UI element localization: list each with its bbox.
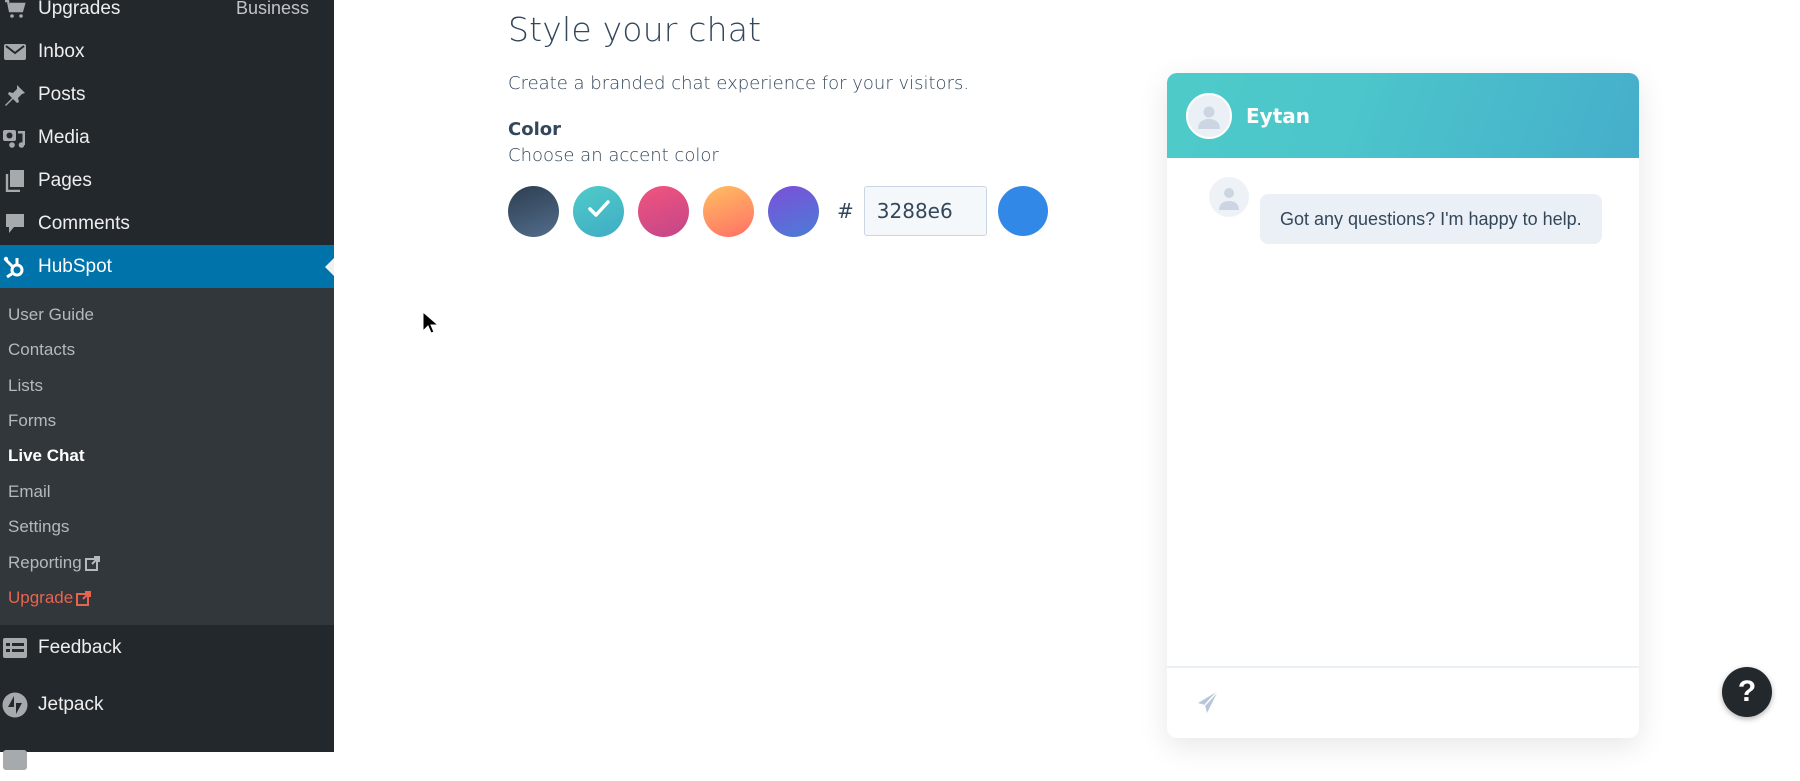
pages-icon bbox=[1, 169, 29, 193]
submenu-label: Settings bbox=[8, 517, 70, 536]
swatch-teal[interactable] bbox=[573, 185, 624, 237]
swatch-dark-slate[interactable] bbox=[508, 185, 559, 237]
sidebar-item-label: Posts bbox=[38, 83, 86, 105]
media-icon bbox=[1, 126, 29, 150]
help-button[interactable]: ? bbox=[1722, 667, 1772, 717]
submenu-forms[interactable]: Forms bbox=[8, 411, 56, 431]
submenu-label: Upgrade bbox=[8, 588, 74, 607]
page-title: Style your chat bbox=[508, 10, 762, 49]
sidebar-item-upgrades[interactable]: Upgrades Business bbox=[0, 0, 334, 30]
sidebar-item-label: Upgrades bbox=[38, 0, 121, 19]
chat-preview: Eytan Got any questions? I'm happy to he… bbox=[1167, 73, 1639, 738]
sidebar-item-hubspot[interactable]: HubSpot bbox=[0, 245, 334, 288]
plan-badge: Business bbox=[235, 0, 309, 18]
menu-icon bbox=[1, 748, 29, 772]
sidebar-item-label: HubSpot bbox=[38, 255, 112, 277]
submenu-contacts[interactable]: Contacts bbox=[8, 340, 75, 360]
swatch-orange[interactable] bbox=[703, 185, 754, 237]
sidebar-item-label: Inbox bbox=[38, 40, 85, 62]
submenu-user-guide[interactable]: User Guide bbox=[8, 305, 94, 325]
hash-symbol: # bbox=[837, 199, 854, 223]
color-label: Color bbox=[508, 119, 561, 140]
external-link-icon bbox=[84, 555, 100, 571]
sidebar-item-jetpack[interactable]: Jetpack bbox=[0, 683, 334, 726]
mouse-cursor bbox=[422, 310, 440, 340]
submenu-label: User Guide bbox=[8, 305, 94, 324]
color-swatches: # bbox=[508, 185, 1048, 237]
sidebar-item-label: Media bbox=[38, 126, 90, 148]
submenu-label: Live Chat bbox=[8, 446, 85, 465]
submenu-email[interactable]: Email bbox=[8, 482, 51, 502]
swatch-purple[interactable] bbox=[768, 185, 819, 237]
submenu-label: Contacts bbox=[8, 340, 76, 359]
send-icon[interactable] bbox=[1197, 690, 1219, 719]
sidebar-item-label: Jetpack bbox=[38, 693, 104, 715]
sidebar-item-label: Feedback bbox=[38, 636, 122, 658]
custom-color-preview bbox=[997, 186, 1048, 236]
submenu-upgrade[interactable]: Upgrade bbox=[8, 588, 92, 608]
sidebar-item-label: Comments bbox=[38, 212, 130, 234]
hubspot-submenu: User Guide Contacts Lists Forms Live Cha… bbox=[0, 288, 334, 625]
cart-icon bbox=[1, 0, 29, 21]
feedback-icon bbox=[1, 636, 29, 660]
sidebar-item-pages[interactable]: Pages bbox=[0, 159, 334, 202]
pin-icon bbox=[1, 83, 29, 107]
sidebar-item-posts[interactable]: Posts bbox=[0, 73, 334, 116]
submenu-label: Email bbox=[8, 482, 51, 501]
submenu-settings[interactable]: Settings bbox=[8, 517, 69, 537]
chat-composer bbox=[1167, 666, 1639, 738]
mail-icon bbox=[1, 40, 29, 64]
swatch-pink[interactable] bbox=[638, 185, 689, 237]
page-subtitle: Create a branded chat experience for you… bbox=[508, 73, 970, 94]
submenu-label: Forms bbox=[8, 411, 57, 430]
checkmark-icon bbox=[587, 199, 611, 224]
sidebar-item-more[interactable] bbox=[0, 738, 334, 781]
sidebar-item-comments[interactable]: Comments bbox=[0, 202, 334, 245]
user-icon bbox=[1219, 188, 1239, 210]
agent-name: Eytan bbox=[1246, 103, 1310, 128]
submenu-live-chat[interactable]: Live Chat bbox=[8, 446, 85, 466]
main-content: Style your chat Create a branded chat ex… bbox=[334, 0, 1800, 752]
submenu-reporting[interactable]: Reporting bbox=[8, 553, 100, 573]
hex-color-input[interactable] bbox=[863, 186, 987, 236]
admin-sidebar: Upgrades Business Inbox Posts Media Page… bbox=[0, 0, 334, 770]
submenu-label: Lists bbox=[8, 376, 43, 395]
agent-avatar bbox=[1186, 92, 1232, 139]
color-sublabel: Choose an accent color bbox=[508, 145, 719, 166]
submenu-label: Reporting bbox=[8, 553, 82, 572]
jetpack-icon bbox=[1, 692, 29, 717]
external-link-icon bbox=[76, 590, 92, 606]
user-icon bbox=[1198, 106, 1220, 129]
sidebar-item-inbox[interactable]: Inbox bbox=[0, 30, 334, 73]
sidebar-item-feedback[interactable]: Feedback bbox=[0, 626, 334, 669]
hubspot-icon bbox=[1, 255, 29, 279]
submenu-lists[interactable]: Lists bbox=[8, 376, 43, 396]
comment-icon bbox=[1, 212, 29, 236]
chat-header: Eytan bbox=[1167, 73, 1639, 158]
sidebar-item-media[interactable]: Media bbox=[0, 116, 334, 159]
chat-message: Got any questions? I'm happy to help. bbox=[1260, 194, 1602, 244]
message-avatar bbox=[1209, 177, 1249, 217]
sidebar-item-label: Pages bbox=[38, 169, 92, 191]
